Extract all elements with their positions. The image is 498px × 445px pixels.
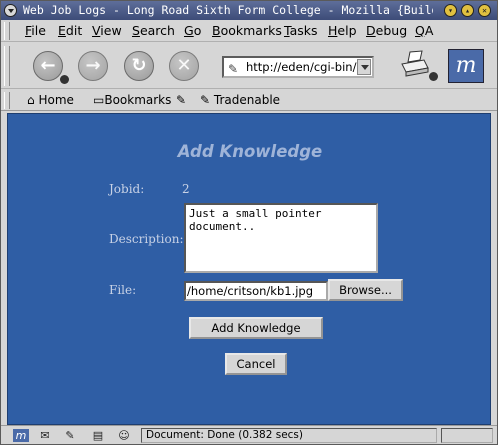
description-textarea[interactable]: Just a small pointer document..	[184, 203, 378, 273]
window-title: Web Job Logs - Long Road Sixth Form Coll…	[23, 3, 433, 17]
description-label: Description:	[109, 232, 184, 246]
back-history-icon[interactable]	[60, 75, 69, 84]
menubar-grip[interactable]	[4, 22, 10, 40]
minimize-icon[interactable]: ▾	[444, 4, 457, 17]
bookmark-link-icon[interactable]: ✎	[176, 93, 186, 107]
online-status-icon[interactable]	[441, 428, 493, 443]
print-menu-icon[interactable]	[429, 72, 438, 81]
tradenable-link[interactable]: ✎ Tradenable	[200, 93, 280, 107]
menu-tasks[interactable]: Tasks	[284, 23, 318, 38]
home-label: Home	[38, 93, 74, 107]
status-bar: m ✉ ✎ ▤ ☺ Document: Done (0.382 secs)	[1, 425, 497, 444]
chat-icon[interactable]: ☺	[116, 429, 132, 442]
print-icon[interactable]	[398, 50, 430, 78]
page-title: Add Knowledge	[177, 142, 323, 161]
tradenable-label: Tradenable	[213, 93, 281, 107]
menu-help[interactable]: Help	[328, 23, 357, 38]
navigation-toolbar: ← → ↻ ✕ ✎ http://eden/cgi-bin/w m	[1, 43, 497, 89]
page-proxy-icon[interactable]: ✎	[228, 60, 238, 76]
home-icon: ⌂	[27, 93, 35, 107]
file-path-input[interactable]: /home/critson/kb1.jpg	[184, 281, 328, 301]
menu-qa[interactable]: QA	[415, 23, 433, 38]
menu-bookmarks[interactable]: Bookmarks	[212, 23, 282, 38]
status-text: Document: Done (0.382 secs)	[141, 428, 437, 443]
menu-edit[interactable]: Edit	[58, 23, 82, 38]
jobid-label: Jobid:	[109, 182, 145, 196]
menu-debug[interactable]: Debug	[366, 23, 407, 38]
menu-view[interactable]: View	[92, 23, 122, 38]
home-button[interactable]: ⌂ Home	[27, 93, 74, 107]
title-bar: Web Job Logs - Long Road Sixth Form Coll…	[1, 1, 497, 20]
personal-toolbar: ⌂ Home ▭Bookmarks ✎ ✎ Tradenable	[1, 90, 497, 111]
mail-icon[interactable]: ✉	[37, 429, 53, 442]
folder-icon: ▭	[93, 93, 105, 107]
stop-icon[interactable]: ✕	[169, 51, 199, 81]
address-book-icon[interactable]: ▤	[90, 429, 106, 442]
url-dropdown-icon[interactable]	[357, 59, 371, 75]
composer-icon[interactable]: ✎	[62, 429, 78, 442]
file-label: File:	[109, 283, 137, 297]
menu-go[interactable]: Go	[184, 23, 201, 38]
maximize-icon[interactable]: ▴	[461, 4, 474, 17]
link-icon: ✎	[200, 93, 211, 107]
add-knowledge-button[interactable]: Add Knowledge	[189, 317, 323, 339]
browse-button[interactable]: Browse...	[328, 279, 403, 301]
menu-file[interactable]: File	[25, 23, 46, 38]
url-text: http://eden/cgi-bin/w	[246, 60, 366, 74]
menu-search[interactable]: Search	[132, 23, 175, 38]
page-content: Add Knowledge Jobid: 2 Description: Just…	[7, 113, 491, 425]
url-field[interactable]: ✎ http://eden/cgi-bin/w	[222, 56, 374, 78]
personalbar-grip[interactable]	[4, 92, 10, 109]
browser-window: Web Job Logs - Long Road Sixth Form Coll…	[0, 0, 498, 445]
navbar-grip[interactable]	[4, 46, 10, 86]
bookmarks-label: Bookmarks	[104, 93, 172, 107]
close-icon[interactable]: ✕	[478, 4, 491, 17]
jobid-value: 2	[182, 182, 190, 196]
bookmarks-button[interactable]: ▭Bookmarks	[93, 93, 171, 107]
mozilla-taskbar-icon[interactable]: m	[13, 429, 29, 442]
menu-bar: File Edit View Search Go Bookmarks Tasks…	[1, 20, 497, 42]
cancel-button[interactable]: Cancel	[225, 353, 287, 375]
reload-icon[interactable]: ↻	[124, 51, 154, 81]
window-menu-icon[interactable]	[4, 4, 17, 17]
back-icon[interactable]: ←	[33, 51, 63, 81]
forward-icon[interactable]: →	[78, 51, 108, 81]
mozilla-logo[interactable]: m	[448, 49, 484, 83]
